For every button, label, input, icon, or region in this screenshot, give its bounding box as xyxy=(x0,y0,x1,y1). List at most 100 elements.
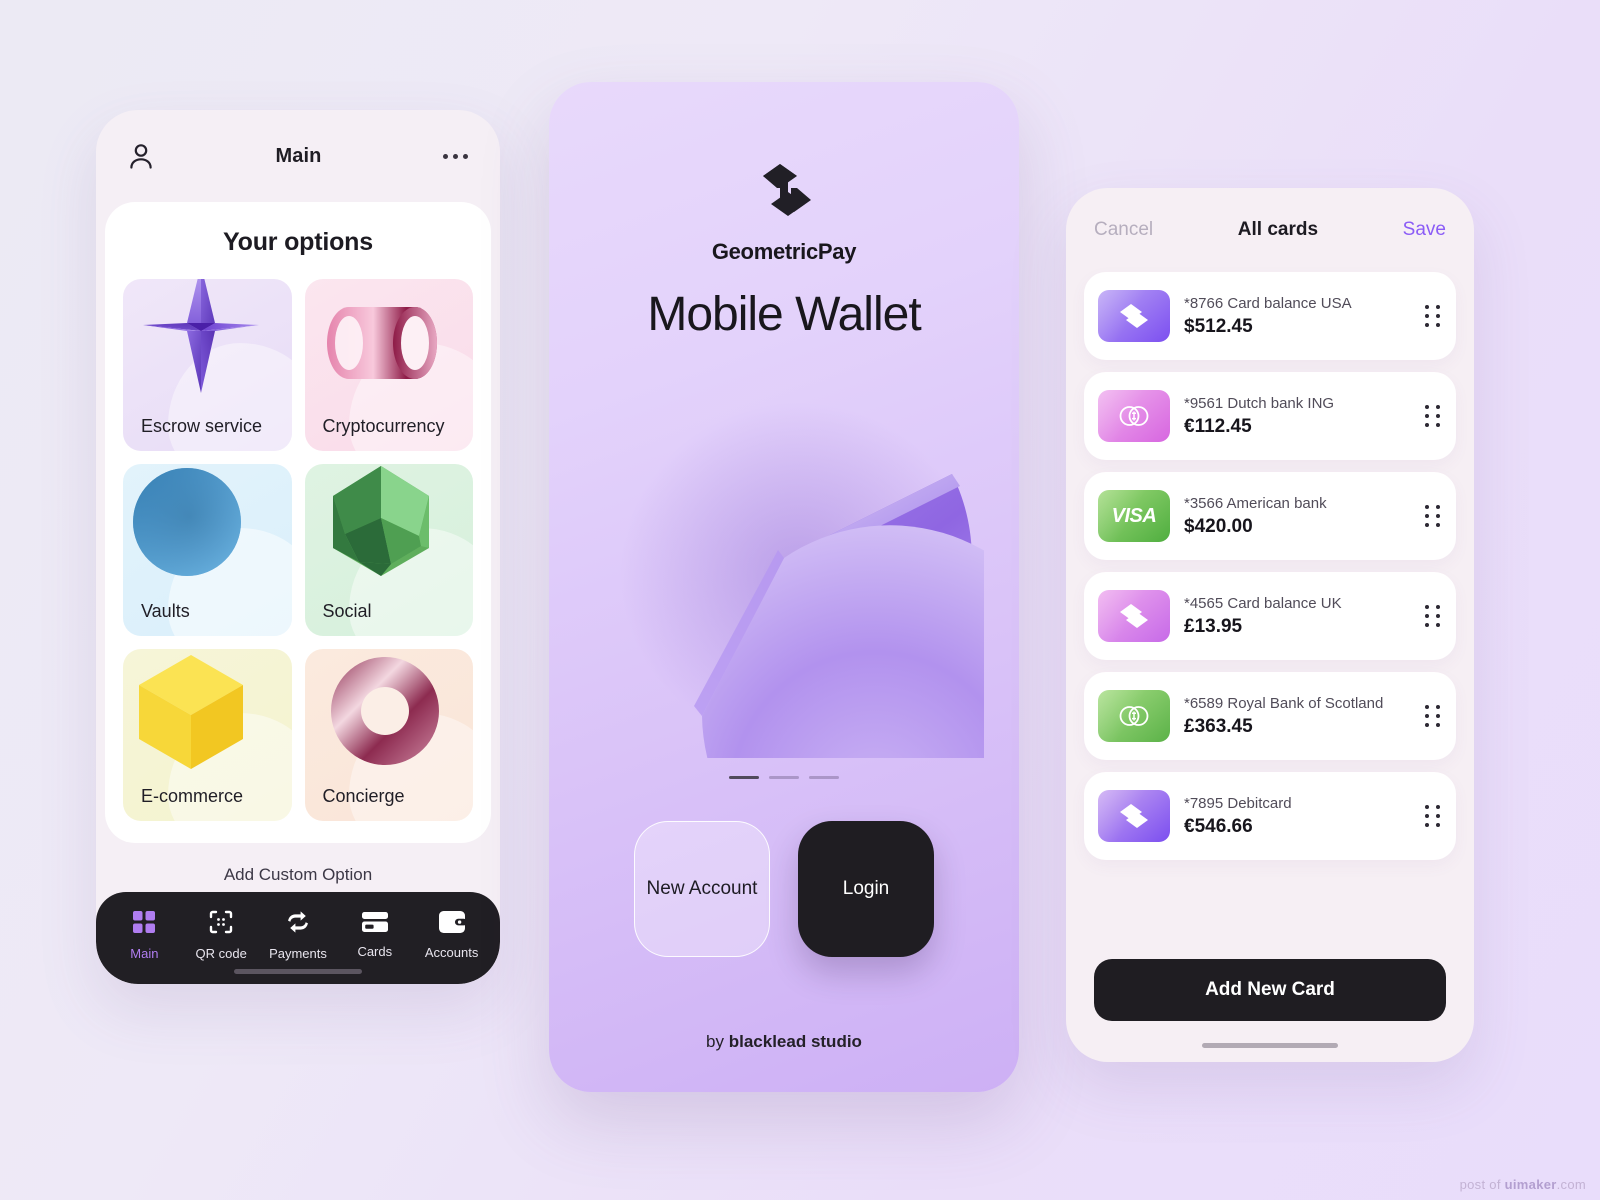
options-grid: Escrow service Cryptocurrency Vaults Soc… xyxy=(123,279,473,821)
drag-handle-icon[interactable] xyxy=(1425,605,1440,627)
pager-dot-2[interactable] xyxy=(769,776,799,779)
pager-dot-1[interactable] xyxy=(729,776,759,779)
cancel-button[interactable]: Cancel xyxy=(1094,219,1153,241)
card-amount: £13.95 xyxy=(1184,615,1243,637)
option-tile-escrow-service[interactable]: Escrow service xyxy=(123,279,292,451)
card-name: *6589 Royal Bank of Scotland xyxy=(1184,694,1384,712)
home-indicator[interactable] xyxy=(1202,1043,1338,1048)
option-tile-concierge[interactable]: Concierge xyxy=(304,649,473,821)
card-meta: *6589 Royal Bank of Scotland £363.45 xyxy=(1184,695,1411,738)
studio-credit: by blacklead studio xyxy=(706,1032,862,1052)
option-label: Social xyxy=(322,601,372,621)
add-new-card-button[interactable]: Add New Card xyxy=(1094,959,1446,1021)
phone-left: Main Your options Escrow service Cryptoc… xyxy=(96,110,500,984)
card-name: *3566 American bank xyxy=(1184,494,1327,512)
brand-name: GeometricPay xyxy=(711,239,857,264)
drag-handle-icon[interactable] xyxy=(1425,405,1440,427)
visa-icon: VISA xyxy=(1111,504,1157,527)
person-icon[interactable] xyxy=(128,142,154,170)
option-tile-social[interactable]: Social xyxy=(304,464,473,636)
card-brand-chip xyxy=(1098,290,1170,342)
card-row[interactable]: *6589 Royal Bank of Scotland £363.45 xyxy=(1084,672,1456,760)
credit-card-icon xyxy=(361,911,388,937)
card-row[interactable]: *7895 Debitcard €546.66 xyxy=(1084,772,1456,860)
right-topbar: Cancel All cards Save xyxy=(1066,188,1474,272)
option-label: E-commerce xyxy=(141,786,244,806)
card-row[interactable]: *8766 Card balance USA $512.45 xyxy=(1084,272,1456,360)
tab-main[interactable]: Main xyxy=(106,910,183,961)
card-amount: $512.45 xyxy=(1184,315,1253,337)
option-tile-cryptocurrency[interactable]: Cryptocurrency xyxy=(304,279,473,451)
right-spacer xyxy=(1066,860,1474,959)
card-row[interactable]: *4565 Card balance UK £13.95 xyxy=(1084,572,1456,660)
drag-handle-icon[interactable] xyxy=(1425,805,1440,827)
drag-handle-icon[interactable] xyxy=(1425,505,1440,527)
blue-sphere-cone-icon xyxy=(131,466,243,583)
card-meta: *9561 Dutch bank ING €112.45 xyxy=(1184,395,1411,438)
card-amount: €546.66 xyxy=(1184,815,1253,837)
credit-prefix: by xyxy=(706,1032,729,1051)
phone-center: GeometricPay Mobile Wallet New Account L… xyxy=(549,82,1019,1092)
login-button[interactable]: Login xyxy=(798,821,934,957)
add-custom-option-button[interactable]: Add Custom Option xyxy=(96,843,500,885)
bottom-tabbar: Main QR code Payments Cards Accounts xyxy=(96,892,500,984)
tab-label: QR code xyxy=(195,945,247,961)
watermark-prefix: post of xyxy=(1459,1177,1505,1192)
qr-code-icon xyxy=(209,910,233,939)
card-brand-chip xyxy=(1098,590,1170,642)
option-tile-vaults[interactable]: Vaults xyxy=(123,464,292,636)
grid-icon xyxy=(132,910,156,939)
watermark-brand: uimaker xyxy=(1504,1177,1557,1192)
new-account-button[interactable]: New Account xyxy=(634,821,770,957)
left-topbar: Main xyxy=(96,110,500,202)
pager-dot-3[interactable] xyxy=(809,776,839,779)
ellipsis-icon[interactable] xyxy=(443,153,468,159)
tab-qr-code[interactable]: QR code xyxy=(183,910,260,961)
purple-split-disc-3d-art xyxy=(584,358,1019,902)
card-brand-chip: VISA xyxy=(1098,490,1170,542)
geometricpay-logo-icon xyxy=(751,162,817,225)
option-label: Vaults xyxy=(141,601,190,621)
left-spacer xyxy=(96,885,500,892)
card-meta: *8766 Card balance USA $512.45 xyxy=(1184,295,1411,338)
cta-row: New Account Login xyxy=(634,821,934,957)
option-label: Concierge xyxy=(322,786,405,806)
tab-label: Accounts xyxy=(424,944,479,960)
transfer-arrows-icon xyxy=(286,910,310,939)
pink-cylinder-ring-icon xyxy=(319,287,449,404)
tab-cards[interactable]: Cards xyxy=(336,911,413,959)
home-indicator[interactable] xyxy=(234,969,362,974)
card-name: *4565 Card balance UK xyxy=(1184,594,1342,612)
card-amount: £363.45 xyxy=(1184,715,1253,737)
tab-accounts[interactable]: Accounts xyxy=(413,910,490,960)
card-row[interactable]: VISA *3566 American bank $420.00 xyxy=(1084,472,1456,560)
all-cards-title: All cards xyxy=(1237,219,1319,240)
option-label: Cryptocurrency xyxy=(322,416,445,436)
carousel-pager[interactable] xyxy=(729,776,839,779)
drag-handle-icon[interactable] xyxy=(1425,305,1440,327)
tab-label: Payments xyxy=(269,945,327,961)
card-name: *7895 Debitcard xyxy=(1184,794,1292,812)
hero-title: Mobile Wallet xyxy=(647,288,921,341)
save-button[interactable]: Save xyxy=(1403,219,1446,241)
page-title: Main xyxy=(275,144,322,167)
card-meta: *4565 Card balance UK £13.95 xyxy=(1184,595,1411,638)
option-label: Escrow service xyxy=(141,416,263,436)
watermark-suffix: .com xyxy=(1556,1177,1586,1192)
yellow-cube-icon xyxy=(133,651,249,778)
maroon-torus-icon xyxy=(327,655,443,772)
tab-payments[interactable]: Payments xyxy=(260,910,337,961)
green-dodecahedron-icon xyxy=(319,464,443,585)
drag-handle-icon[interactable] xyxy=(1425,705,1440,727)
card-brand-chip xyxy=(1098,390,1170,442)
option-tile-e-commerce[interactable]: E-commerce xyxy=(123,649,292,821)
cards-list: *8766 Card balance USA $512.45 *9561 Dut… xyxy=(1066,272,1474,860)
options-card: Your options Escrow service Cryptocurren… xyxy=(105,202,491,843)
credit-studio-name: blacklead studio xyxy=(728,1032,862,1051)
card-row[interactable]: *9561 Dutch bank ING €112.45 xyxy=(1084,372,1456,460)
card-brand-chip xyxy=(1098,790,1170,842)
card-brand-chip xyxy=(1098,690,1170,742)
purple-star-tetrahedron-icon xyxy=(133,279,269,408)
phone-right: Cancel All cards Save *8766 Card balance… xyxy=(1066,188,1474,1062)
watermark: post of uimaker.com xyxy=(1460,1177,1586,1192)
